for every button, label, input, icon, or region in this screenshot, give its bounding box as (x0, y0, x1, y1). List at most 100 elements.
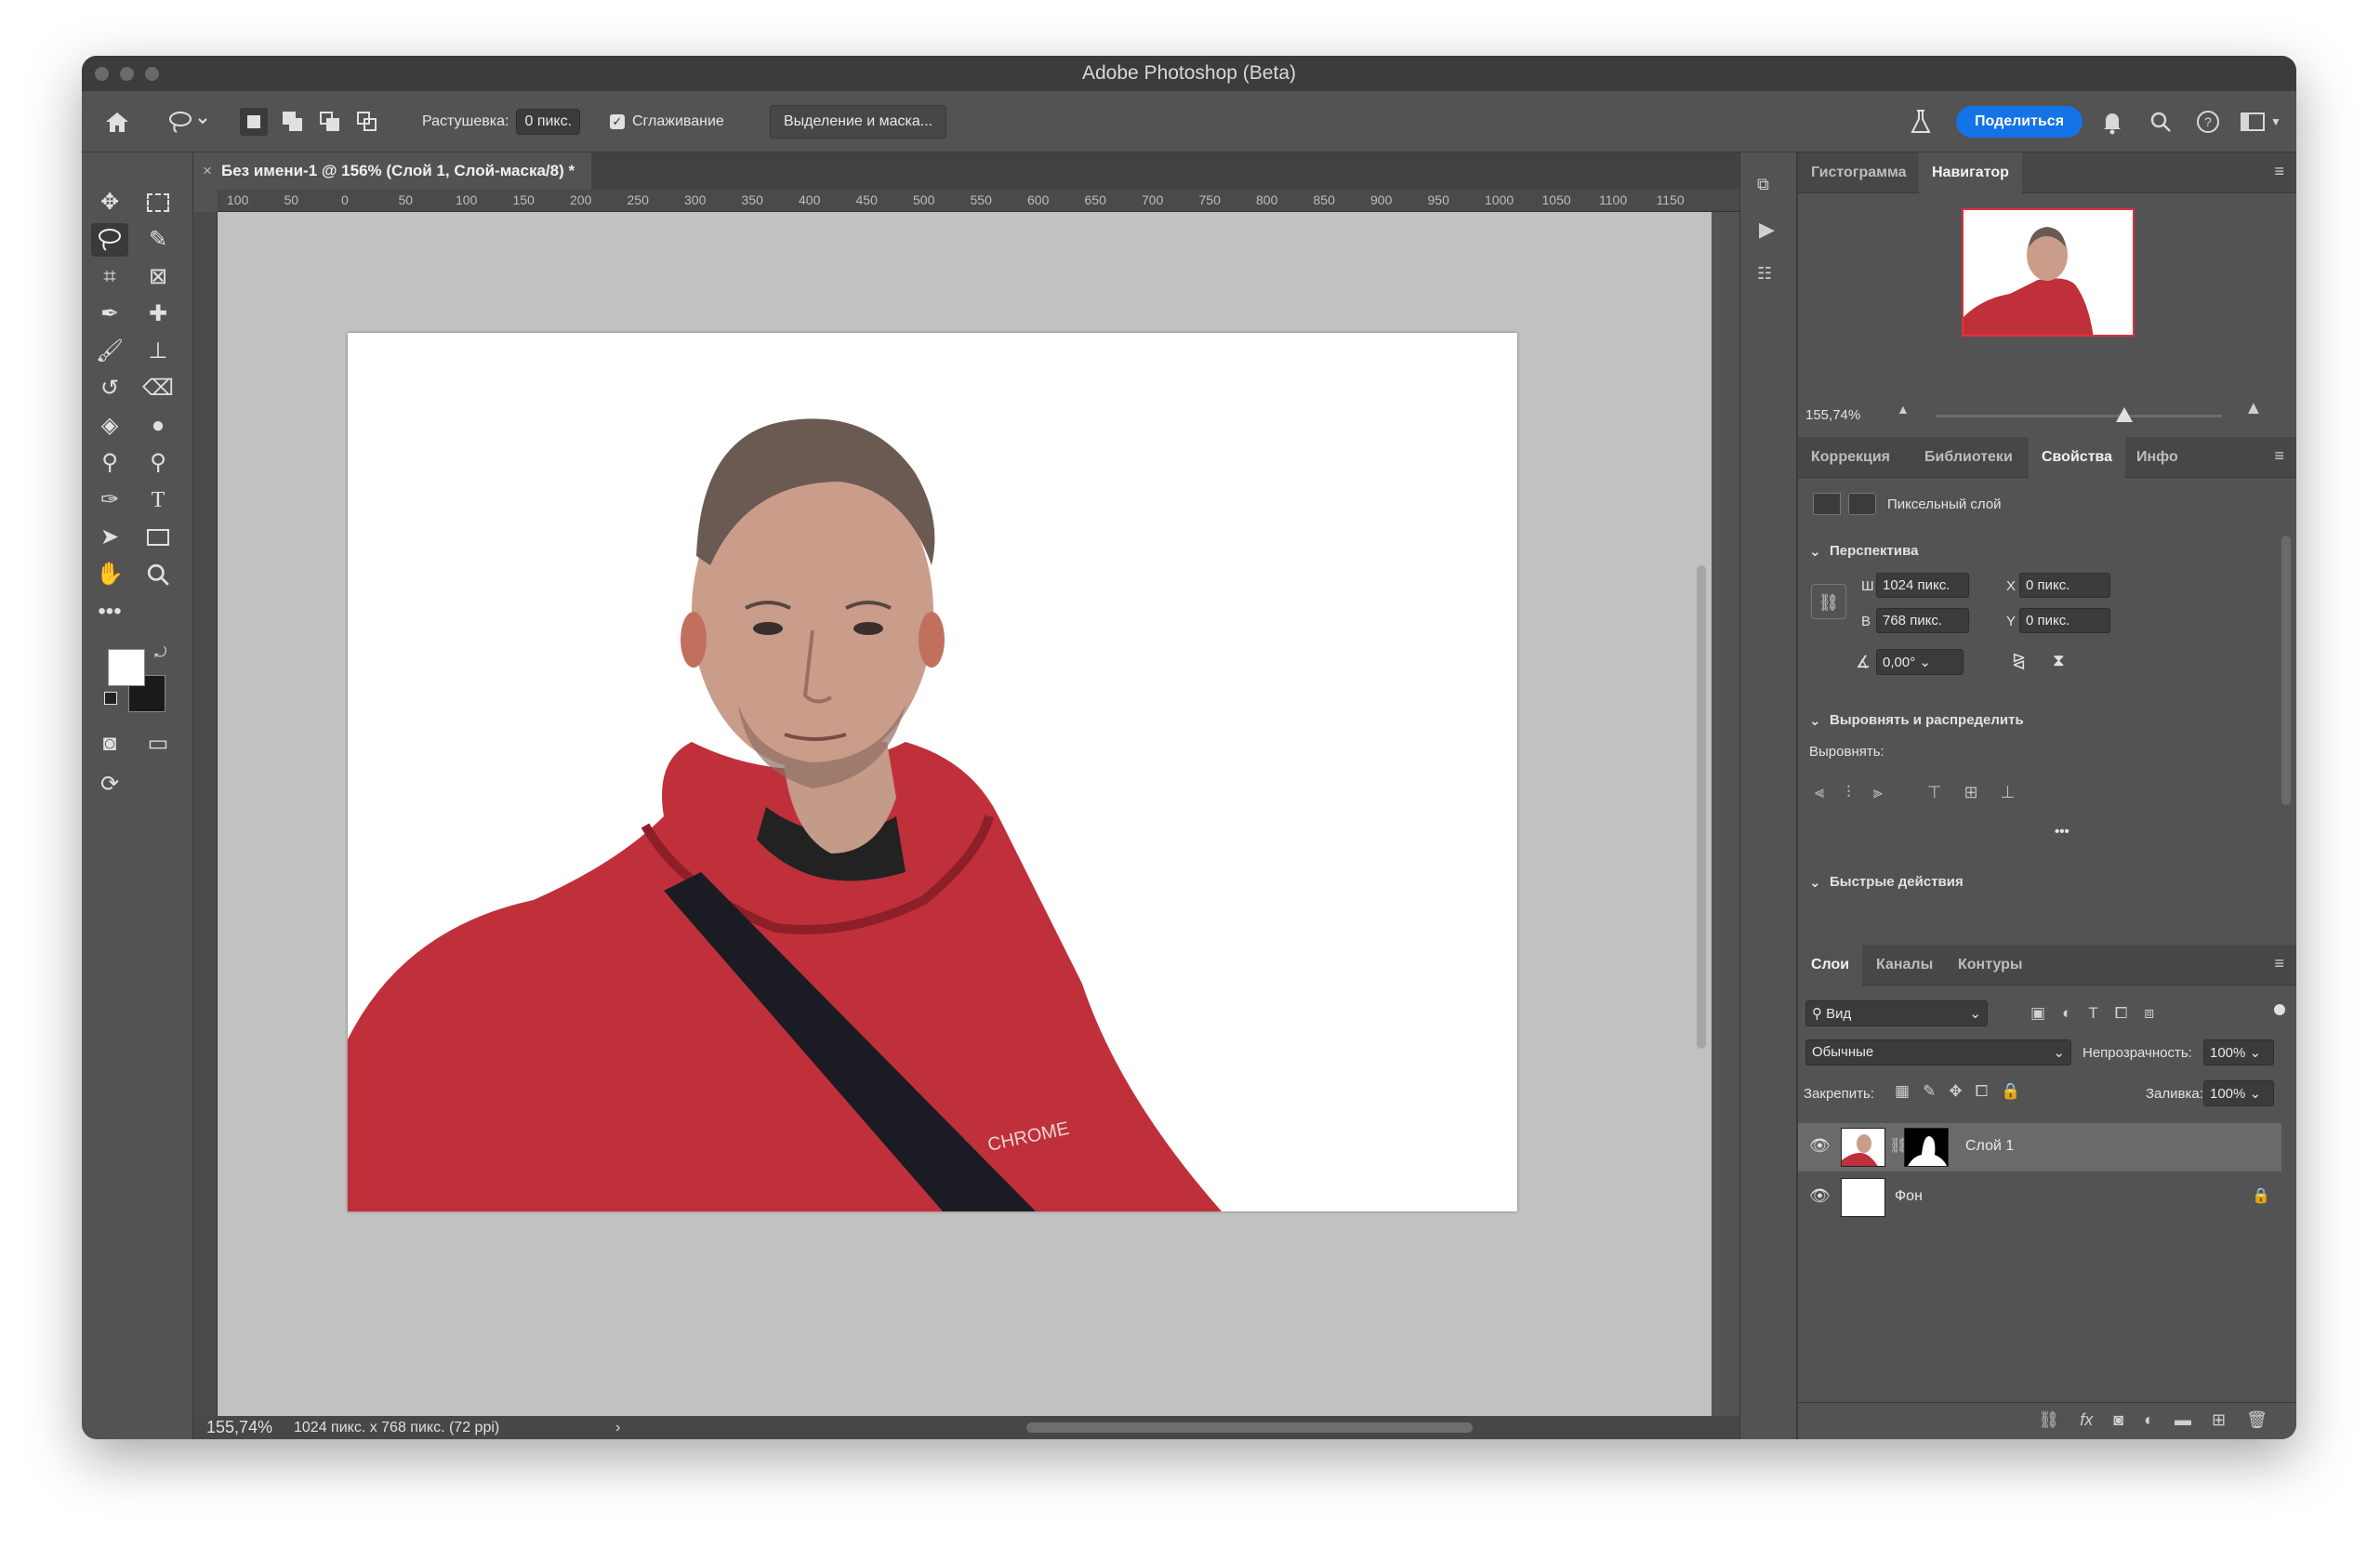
eyedropper-tool[interactable]: ✒ (91, 298, 128, 331)
hand-tool[interactable]: ✋ (91, 558, 128, 591)
lasso-tool-preset[interactable] (167, 91, 208, 152)
eraser-tool[interactable]: ⌫ (139, 372, 177, 405)
type-tool[interactable]: T (139, 483, 177, 517)
filter-toggle-icon[interactable] (2274, 1004, 2285, 1015)
tab-layers[interactable]: Слои (1798, 945, 1863, 986)
quick-actions-title[interactable]: Быстрые действия (1830, 874, 1964, 890)
angle-field[interactable]: 0,00° ⌄ (1876, 649, 1964, 675)
flip-vertical-icon[interactable]: ⧗ (2053, 651, 2065, 670)
dodge-tool[interactable]: ⚲ (91, 446, 128, 480)
add-mask-icon[interactable]: ◙ (2113, 1410, 2123, 1430)
zoom-slider-handle[interactable] (2116, 407, 2134, 422)
tab-histogram[interactable]: Гистограмма (1798, 152, 1920, 193)
layer-row-background[interactable]: 👁 Фон 🔒 (1798, 1173, 2281, 1222)
properties-scrollbar[interactable] (2281, 536, 2291, 805)
align-top-icon[interactable]: ⊤ (1927, 783, 1942, 802)
vertical-scroll-thumb[interactable] (1697, 565, 1706, 1049)
layer-lock-icon[interactable]: 🔒 (2252, 1186, 2270, 1205)
tab-navigator[interactable]: Навигатор (1919, 152, 2022, 193)
fill-field[interactable]: 100% ⌄ (2203, 1080, 2274, 1106)
subtract-selection-button[interactable] (318, 110, 342, 134)
status-zoom[interactable]: 155,74% (206, 1416, 272, 1439)
rectangle-tool[interactable] (139, 521, 177, 554)
actions-panel-button[interactable]: ▶ (1759, 218, 1775, 242)
align-bottom-icon[interactable]: ⊥ (2001, 783, 2016, 802)
trash-icon[interactable]: 🗑 (2246, 1410, 2268, 1430)
align-left-icon[interactable]: ⫷ (1815, 783, 1824, 802)
perspective-title[interactable]: Перспектива (1830, 543, 1918, 559)
canvas-area[interactable]: CHROME (218, 212, 1712, 1416)
foreground-color-front[interactable] (108, 649, 145, 686)
zoom-out-icon[interactable]: ▲ (1897, 402, 1910, 417)
lock-artboard-icon[interactable]: ⧠ (1976, 1082, 1989, 1101)
screen-mode-button[interactable]: ▭ (139, 727, 177, 761)
add-selection-button[interactable] (281, 110, 305, 134)
document-tab[interactable]: × Без имени-1 @ 156% (Слой 1, Слой-маска… (193, 152, 592, 190)
x-field[interactable]: 0 пикс. (2019, 573, 2110, 598)
opacity-field[interactable]: 100% ⌄ (2203, 1039, 2274, 1065)
width-field[interactable]: 1024 пикс. (1876, 573, 1969, 598)
tab-properties[interactable]: Свойства (2029, 437, 2126, 478)
quick-actions-chevron-icon[interactable]: ⌄ (1809, 874, 1821, 891)
link-layers-icon[interactable]: ⛓ (2038, 1410, 2059, 1430)
align-center-h-icon[interactable]: ⫶ (1846, 783, 1851, 802)
zoom-window-button[interactable] (145, 67, 159, 81)
flip-horizontal-icon[interactable]: ⧎ (2012, 651, 2026, 670)
zoom-tool[interactable] (139, 558, 177, 591)
close-tab-icon[interactable]: × (203, 152, 212, 190)
document-canvas[interactable]: CHROME (348, 333, 1517, 1211)
clone-stamp-tool[interactable]: ⊥ (139, 335, 177, 368)
select-and-mask-button[interactable]: Выделение и маска... (770, 105, 947, 139)
layer-name[interactable]: Фон (1895, 1188, 1923, 1205)
help-button[interactable]: ? (2196, 91, 2220, 152)
lock-all-icon[interactable]: 🔒 (2001, 1082, 2020, 1101)
status-chevron-icon[interactable]: › (615, 1416, 620, 1439)
navigator-zoom-value[interactable]: 155,74% (1805, 407, 1860, 423)
workspace-button[interactable]: ▼ (2241, 91, 2281, 152)
healing-brush-tool[interactable]: ✚ (139, 298, 177, 331)
adjustment-layer-icon[interactable]: ◐ (2144, 1410, 2154, 1430)
tab-libraries[interactable]: Библиотеки (1911, 437, 2026, 478)
visibility-eye-icon[interactable]: 👁 (1809, 1136, 1831, 1156)
magnifier-search-tool[interactable]: ⚲ (139, 446, 177, 480)
lock-transparency-icon[interactable]: ▦ (1895, 1082, 1910, 1101)
edit-toolbar-button[interactable]: ••• (91, 595, 128, 628)
layers-menu-icon[interactable]: ≡ (2274, 954, 2284, 973)
quick-selection-tool[interactable]: ✎ (139, 223, 177, 257)
home-button[interactable] (104, 91, 130, 152)
layer-comps-button[interactable]: ☷ (1757, 264, 1772, 284)
navigator-zoom-slider[interactable] (1936, 407, 2222, 422)
notifications-button[interactable] (2101, 91, 2123, 152)
share-button[interactable]: Поделиться (1956, 106, 2083, 138)
new-layer-icon[interactable]: ⊞ (2212, 1410, 2226, 1430)
intersect-selection-button[interactable] (355, 110, 379, 134)
default-colors-icon[interactable] (104, 692, 117, 705)
history-panel-button[interactable]: ⧉ (1757, 175, 1769, 194)
mask-icon[interactable] (1848, 493, 1876, 515)
y-field[interactable]: 0 пикс. (2019, 608, 2110, 633)
beta-flask-button[interactable] (1910, 91, 1932, 152)
tab-adjustments[interactable]: Коррекция (1798, 437, 1903, 478)
layer-filter-select[interactable]: ⚲ Вид ⌄ (1805, 1000, 1988, 1026)
tab-paths[interactable]: Контуры (1945, 945, 2036, 986)
close-window-button[interactable] (95, 67, 109, 81)
layer-row-layer1[interactable]: 👁 ⛓ Слой 1 (1798, 1123, 2281, 1171)
vertical-scrollbar[interactable] (1691, 212, 1712, 1416)
navigator-thumbnail[interactable] (1962, 208, 2135, 337)
path-selection-tool[interactable]: ➤ (91, 521, 128, 554)
align-title[interactable]: Выровнять и распределить (1830, 712, 2024, 728)
filter-smart-icon[interactable]: ⧈ (2144, 1004, 2154, 1023)
layer-name[interactable]: Слой 1 (1965, 1138, 2014, 1155)
feather-input[interactable]: 0 пикс. (516, 109, 581, 135)
filter-shape-icon[interactable]: ⧠ (2115, 1004, 2128, 1023)
group-folder-icon[interactable]: ▬ (2175, 1410, 2191, 1430)
layer1-mask-thumbnail[interactable] (1904, 1128, 1949, 1167)
properties-menu-icon[interactable]: ≡ (2274, 446, 2284, 466)
panel-menu-icon[interactable]: ≡ (2274, 162, 2284, 181)
status-doc-info[interactable]: 1024 пикс. x 768 пикс. (72 ppi) (294, 1416, 499, 1439)
perspective-chevron-icon[interactable]: ⌄ (1809, 543, 1821, 560)
filter-adjustment-icon[interactable]: ◐ (2062, 1004, 2071, 1023)
quick-mask-button[interactable]: ◙ (91, 727, 128, 761)
window-controls[interactable] (95, 67, 159, 81)
lock-position-icon[interactable]: ✥ (1949, 1082, 1962, 1101)
